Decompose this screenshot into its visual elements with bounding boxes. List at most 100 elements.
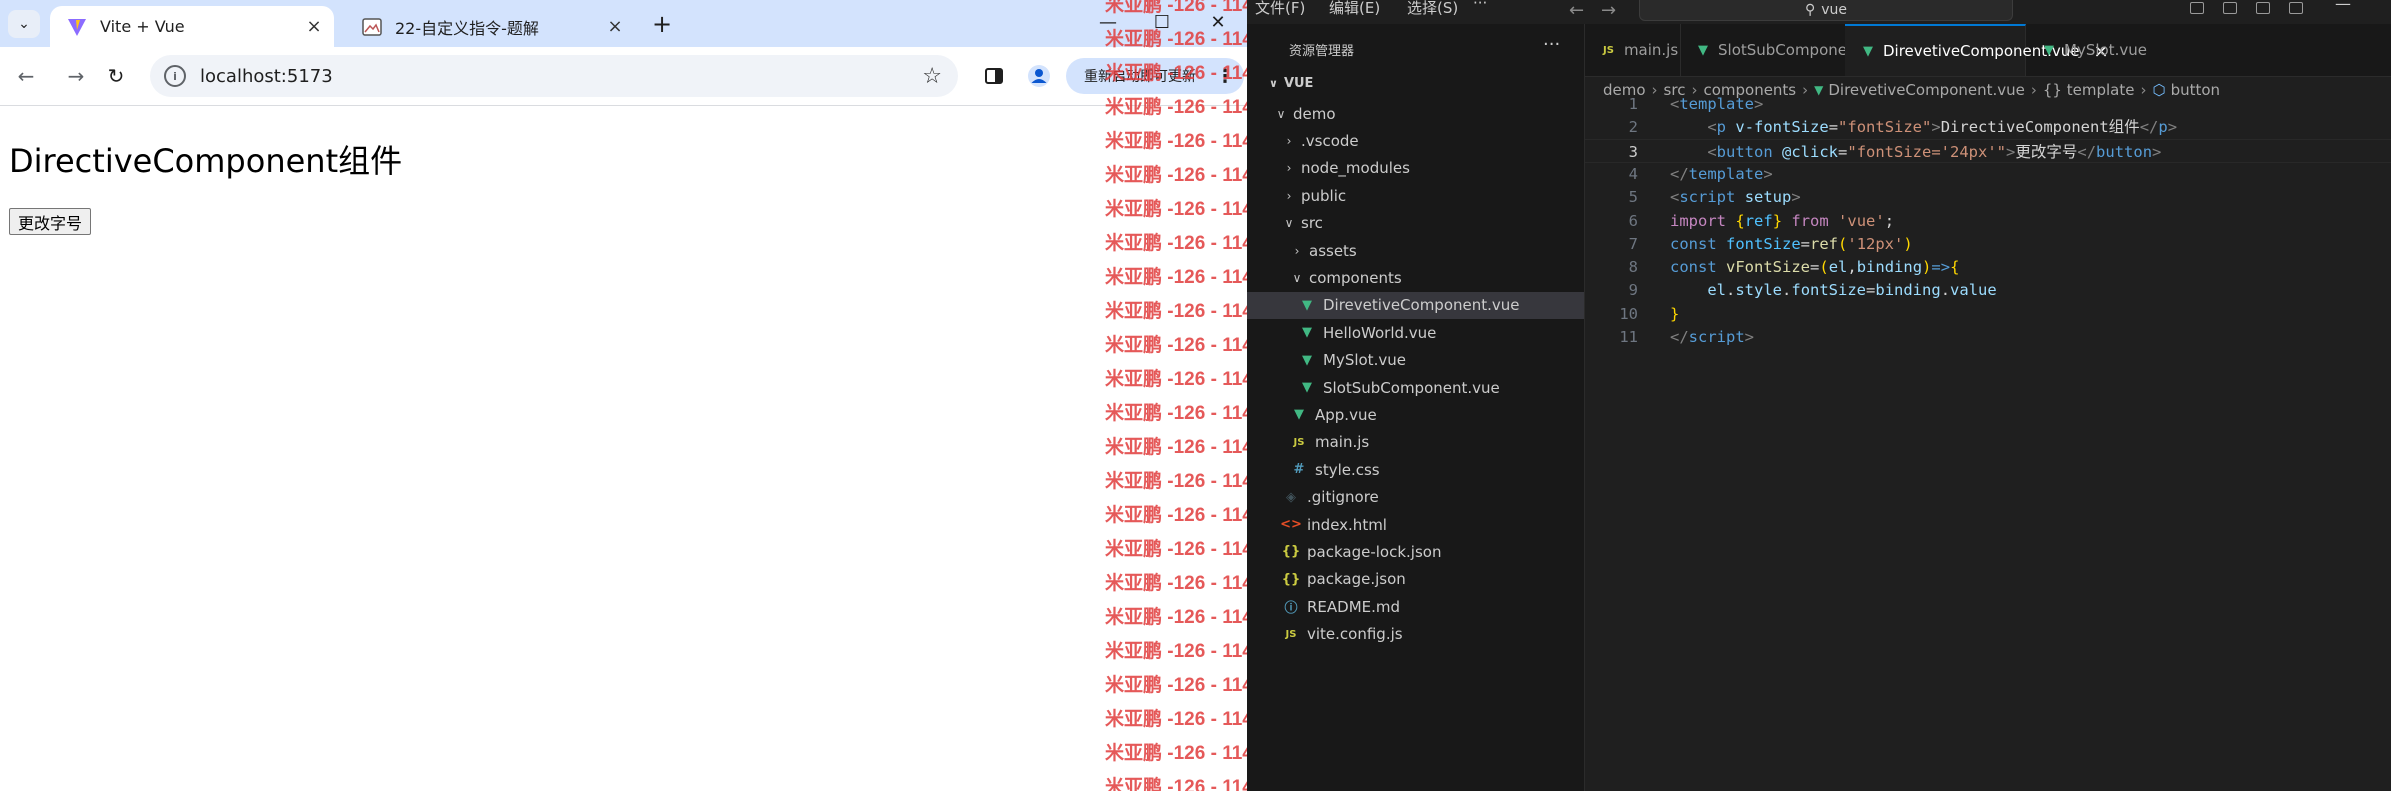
- tree-item-label: SlotSubComponent.vue: [1323, 378, 1500, 397]
- editor-tab[interactable]: ▼ SlotSubComponent.vue: [1680, 24, 1895, 76]
- code-line[interactable]: 8 const vFontSize=(el,binding)=>{: [1585, 255, 2391, 279]
- code-line[interactable]: 2 <p v-fontSize="fontSize">DirectiveComp…: [1585, 115, 2391, 139]
- forward-button[interactable]: →: [60, 60, 92, 92]
- watermark-text: 米亚鹏 -126 - 1141: [1105, 539, 1247, 560]
- menu-more[interactable]: ···: [1473, 0, 1487, 12]
- reload-button[interactable]: ↻: [100, 60, 132, 92]
- tree-item[interactable]: <> index.html: [1247, 511, 1584, 538]
- chevron-down-icon: ∨: [1284, 216, 1294, 231]
- code-token: <: [1670, 95, 1680, 113]
- code-token: binding: [1875, 281, 1941, 300]
- watermark-text: 米亚鹏 -126 - 1141: [1105, 641, 1247, 662]
- editor-tab[interactable]: ▼ DirevetiveComponent.vue ×: [1845, 24, 2109, 76]
- tree-item[interactable]: {} package-lock.json: [1247, 538, 1584, 565]
- code-line[interactable]: 1 <template>: [1585, 92, 2391, 116]
- tree-item[interactable]: › public: [1247, 182, 1584, 209]
- code-line[interactable]: 11 </script>: [1585, 325, 2391, 349]
- code-token: el: [1828, 258, 1848, 277]
- address-bar[interactable]: i localhost:5173 ☆: [150, 55, 958, 97]
- code-line[interactable]: 7 const fontSize=ref('12px'): [1585, 232, 2391, 256]
- tree-item[interactable]: ∨ src: [1247, 210, 1584, 237]
- tree-item[interactable]: JS vite.config.js: [1247, 621, 1584, 648]
- code-token: value: [1950, 281, 1997, 300]
- explorer-root[interactable]: ∨ VUE: [1269, 76, 1313, 91]
- tree-item[interactable]: ▼ SlotSubComponent.vue: [1247, 374, 1584, 401]
- toggle-panel-icon[interactable]: [2223, 2, 2237, 14]
- close-icon[interactable]: ×: [300, 13, 328, 41]
- code-token: (: [1838, 234, 1848, 253]
- tree-item[interactable]: ▼ App.vue: [1247, 401, 1584, 428]
- line-number: 3: [1628, 142, 1638, 161]
- command-center-search[interactable]: ⚲ vue: [1639, 0, 2013, 21]
- code-line[interactable]: 5 <script setup>: [1585, 185, 2391, 209]
- side-panel-button[interactable]: [978, 60, 1010, 92]
- new-tab-button[interactable]: +: [648, 10, 676, 38]
- tree-item[interactable]: ∨ components: [1247, 264, 1584, 291]
- browser-tab-exercise[interactable]: 22-自定义指令-题解 ×: [345, 6, 635, 47]
- watermark-text: 米亚鹏 -126 - 1141: [1105, 573, 1247, 594]
- close-icon[interactable]: ×: [601, 13, 629, 41]
- tree-item[interactable]: # style.css: [1247, 456, 1584, 483]
- tree-item[interactable]: › .vscode: [1247, 127, 1584, 154]
- tree-item[interactable]: ▼ DirevetiveComponent.vue: [1247, 291, 1584, 319]
- tree-item-label: src: [1301, 214, 1323, 233]
- tree-item-label: DirevetiveComponent.vue: [1323, 296, 1520, 315]
- code-token: template: [1688, 164, 1764, 183]
- code-token: </: [1670, 164, 1689, 183]
- code-token: =: [1828, 118, 1839, 137]
- chevron-down-icon: ∨: [1276, 106, 1286, 121]
- code-token: style: [1735, 281, 1783, 300]
- line-number: 7: [1628, 234, 1638, 253]
- url-text[interactable]: localhost:5173: [200, 66, 922, 87]
- tree-item[interactable]: {} package.json: [1247, 566, 1584, 593]
- tree-item-label: demo: [1293, 104, 1336, 123]
- vscode-title-bar: 文件(F) 编辑(E) 选择(S) ··· ← → ⚲ vue —: [1247, 0, 2391, 24]
- chevron-right-icon: ›: [1286, 161, 1292, 176]
- menu-file[interactable]: 文件(F): [1255, 0, 1305, 18]
- code-line[interactable]: 10}: [1585, 302, 2391, 326]
- tree-item[interactable]: › assets: [1247, 237, 1584, 264]
- code-line[interactable]: 9 el.style.fontSize=binding.value: [1585, 278, 2391, 302]
- code-token: .: [1782, 281, 1792, 300]
- customize-layout-icon[interactable]: [2289, 2, 2303, 14]
- nav-back-icon[interactable]: ←: [1569, 0, 1584, 21]
- code-token: ): [1903, 234, 1913, 253]
- code-line[interactable]: 4 </template>: [1585, 162, 2391, 186]
- editor-tab-label: main.js: [1623, 41, 1679, 59]
- tree-item[interactable]: JS main.js: [1247, 429, 1584, 456]
- menu-selection[interactable]: 选择(S): [1407, 0, 1458, 18]
- browser-tab-vite[interactable]: Vite + Vue ×: [50, 6, 334, 47]
- star-icon[interactable]: ☆: [922, 64, 942, 89]
- tree-item[interactable]: › node_modules: [1247, 155, 1584, 182]
- tree-item[interactable]: ▼ HelloWorld.vue: [1247, 319, 1584, 346]
- menu-edit[interactable]: 编辑(E): [1329, 0, 1380, 18]
- code-token: import: [1670, 211, 1726, 230]
- toggle-secondary-sidebar-icon[interactable]: [2256, 2, 2270, 14]
- tree-item[interactable]: ⓘ README.md: [1247, 593, 1584, 620]
- back-button[interactable]: ←: [10, 60, 42, 92]
- tree-item[interactable]: ▼ MySlot.vue: [1247, 347, 1584, 374]
- tree-item-label: package.json: [1307, 570, 1406, 589]
- code-token: (: [1819, 258, 1829, 277]
- more-actions-icon[interactable]: ···: [1543, 34, 1560, 55]
- toggle-sidebar-icon[interactable]: [2190, 2, 2204, 14]
- nav-forward-icon[interactable]: →: [1601, 0, 1616, 21]
- info-icon[interactable]: i: [164, 65, 186, 87]
- code-line[interactable]: 6 import {ref} from 'vue';: [1585, 209, 2391, 233]
- tab-title: Vite + Vue: [100, 17, 185, 36]
- change-font-size-button[interactable]: 更改字号: [9, 208, 92, 235]
- profile-button[interactable]: [1023, 60, 1055, 92]
- watermark-text: 米亚鹏 -126 - 1141: [1105, 267, 1247, 288]
- tab-search-button[interactable]: ⌄: [8, 10, 40, 38]
- tree-item[interactable]: ◈ .gitignore: [1247, 484, 1584, 511]
- code-line[interactable]: 3 <button @click="fontSize='24px'">更改字号<…: [1585, 138, 2391, 164]
- editor-tab[interactable]: JS main.js: [1585, 24, 1681, 76]
- tree-item[interactable]: ∨ demo: [1247, 100, 1584, 127]
- code-token: DirectiveComponent组件: [1940, 118, 2140, 137]
- watermark-text: 米亚鹏 -126 - 1141: [1105, 675, 1247, 696]
- minimize-button[interactable]: —: [2335, 0, 2351, 13]
- editor-tab[interactable]: ▼ MySlot.vue: [2026, 24, 2391, 76]
- code-text: <button @click="fontSize='24px'">更改字号</b…: [1670, 140, 2161, 164]
